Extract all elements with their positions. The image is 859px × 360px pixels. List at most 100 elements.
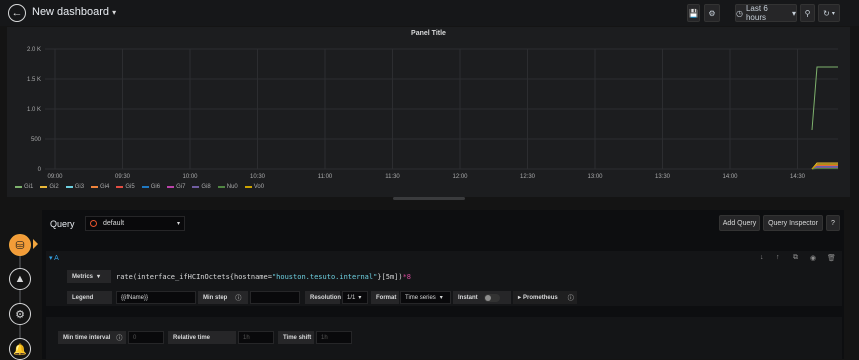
refresh-icon[interactable]: ↻ ▾: [818, 4, 840, 22]
gear-icon[interactable]: ⚙: [704, 4, 720, 22]
chevron-down-icon: ▾: [49, 255, 53, 262]
legend-item[interactable]: Nu0: [217, 184, 238, 190]
legend-label: Gi2: [49, 184, 59, 190]
datasource-select[interactable]: default ▾: [85, 216, 185, 231]
settings-icon[interactable]: ⚙: [9, 303, 31, 325]
min-step-label-text: Min step: [203, 294, 228, 301]
y-tick-label: 0: [38, 167, 42, 173]
legend-swatch: [141, 186, 149, 188]
visualization-icon[interactable]: ▲: [9, 268, 31, 290]
datasource-value: default: [103, 220, 125, 227]
chart-grid: [45, 48, 838, 170]
format-label: Format: [371, 291, 399, 304]
query-row-header[interactable]: ▾ A ↓ ↑ ⧉ ◉ 🗑: [46, 251, 842, 264]
trash-icon[interactable]: 🗑: [827, 254, 836, 262]
time-shift-label: Time shift: [278, 331, 314, 344]
move-down-icon[interactable]: ↓: [760, 254, 764, 261]
chevron-down-icon: ▾: [791, 8, 796, 18]
legend-label: Gi1: [24, 184, 34, 190]
dashboard-title-text: New dashboard: [32, 6, 110, 18]
line-chart: 0 500 1.0 K 1.5 K 2.0 K 09:00 09:30 10:00 10:30…: [27, 47, 838, 180]
min-time-interval-input[interactable]: 0: [128, 331, 164, 344]
legend-label: Gi8: [201, 184, 211, 190]
expr-suffix: }[5m]): [377, 273, 403, 281]
x-tick-label: 09:30: [115, 174, 131, 180]
legend-swatch: [192, 186, 200, 188]
min-time-interval-label: Min time interval ⓘ: [58, 331, 126, 344]
time-picker-button[interactable]: ◷ Last 6 hours ▾: [735, 4, 797, 22]
legend-item[interactable]: Gi2: [40, 184, 59, 190]
query-options-row: Min time interval ⓘ 0 Relative time 1h Ti…: [46, 317, 842, 359]
save-icon[interactable]: 💾: [687, 4, 700, 22]
y-tick-label: 1.0 K: [27, 107, 41, 113]
legend-item[interactable]: Gi5: [116, 184, 135, 190]
top-navbar: ← New dashboard ▾ 💾 ⚙ ◷ Last 6 hours ▾ ⚲ ↻ ▾: [0, 0, 859, 26]
query-expression[interactable]: rate(interface_ifHCInOctets{hostname="ho…: [116, 273, 411, 281]
legend-item[interactable]: Gi6: [141, 184, 160, 190]
legend-item[interactable]: Vo0: [244, 184, 265, 190]
time-range-label: Last 6 hours: [745, 4, 768, 22]
legend-label: Gi5: [125, 184, 135, 190]
metrics-label-text: Metrics: [72, 273, 94, 280]
legend-swatch: [116, 186, 124, 188]
search-icon[interactable]: ⚲: [800, 4, 815, 22]
query-inspector-button[interactable]: Query Inspector: [763, 215, 823, 231]
x-tick-label: 12:00: [452, 174, 468, 180]
info-icon[interactable]: ⓘ: [235, 293, 241, 302]
chevron-down-icon: ▾: [112, 8, 117, 17]
help-button[interactable]: ?: [826, 215, 840, 231]
panel-resize-handle[interactable]: [393, 197, 465, 200]
active-indicator-icon: [33, 239, 38, 249]
query-letter-text: A: [54, 255, 59, 262]
chevron-down-icon: ▾: [358, 295, 362, 301]
legend-item[interactable]: Gi7: [167, 184, 185, 190]
database-icon[interactable]: ⛁: [9, 234, 31, 256]
series-line: [811, 66, 838, 131]
graph-panel: Panel Title 0 500 1.0 K 1.5 K 2.0 K 09:00 09:…: [7, 27, 850, 197]
resolution-select[interactable]: 1/1 ▾: [342, 291, 368, 304]
y-tick-label: 1.5 K: [27, 77, 41, 83]
chevron-right-icon: ▸: [518, 295, 522, 301]
metrics-label[interactable]: Metrics ▾: [67, 270, 111, 283]
legend-label: Gi7: [176, 184, 186, 190]
move-up-icon[interactable]: ↑: [776, 254, 780, 261]
info-icon[interactable]: ⓘ: [568, 293, 574, 302]
legend-label: Gi3: [74, 184, 85, 190]
dashboard-title[interactable]: New dashboard ▾: [32, 6, 116, 18]
duplicate-icon[interactable]: ⧉: [793, 254, 798, 262]
legend-item[interactable]: Gi1: [15, 184, 33, 190]
legend-label: Vo0: [253, 184, 265, 190]
x-tick-label: 14:00: [722, 174, 738, 180]
legend-item[interactable]: Gi4: [91, 184, 109, 190]
x-tick-label: 10:00: [182, 174, 198, 180]
alert-bell-icon[interactable]: 🔔: [9, 338, 31, 360]
x-tick-label: 12:30: [520, 174, 536, 180]
legend-input[interactable]: {{ifName}}: [116, 291, 196, 304]
instant-toggle[interactable]: [484, 294, 500, 302]
legend-swatch: [167, 186, 175, 188]
resolution-value: 1/1: [347, 294, 356, 301]
legend-label: Nu0: [226, 184, 238, 190]
prometheus-label-text: Prometheus: [523, 294, 558, 301]
x-tick-label: 14:30: [790, 174, 806, 180]
prometheus-link[interactable]: ▸ Prometheus ⓘ: [513, 291, 577, 304]
legend-item[interactable]: Gi8: [192, 184, 211, 190]
chevron-down-icon: ▾: [176, 221, 180, 227]
back-icon[interactable]: ←: [8, 4, 26, 22]
x-tick-label: 09:00: [47, 174, 63, 180]
query-letter[interactable]: ▾ A: [49, 254, 59, 262]
legend-swatch: [91, 186, 99, 188]
info-icon[interactable]: ⓘ: [116, 333, 122, 342]
expr-prefix: rate(interface_ifHCInOctets{hostname=: [116, 273, 272, 281]
format-select[interactable]: Time series ▾: [400, 291, 451, 304]
time-shift-input[interactable]: 1h: [316, 331, 352, 344]
legend-swatch: [65, 186, 73, 188]
min-step-label: Min step ⓘ: [198, 291, 248, 304]
min-step-input[interactable]: [250, 291, 300, 304]
relative-time-input[interactable]: 1h: [238, 331, 274, 344]
add-query-button[interactable]: Add Query: [719, 215, 760, 231]
legend-swatch: [217, 186, 225, 188]
x-tick-label: 11:00: [318, 174, 333, 180]
legend-item[interactable]: Gi3: [65, 184, 85, 190]
eye-icon[interactable]: ◉: [810, 254, 816, 262]
